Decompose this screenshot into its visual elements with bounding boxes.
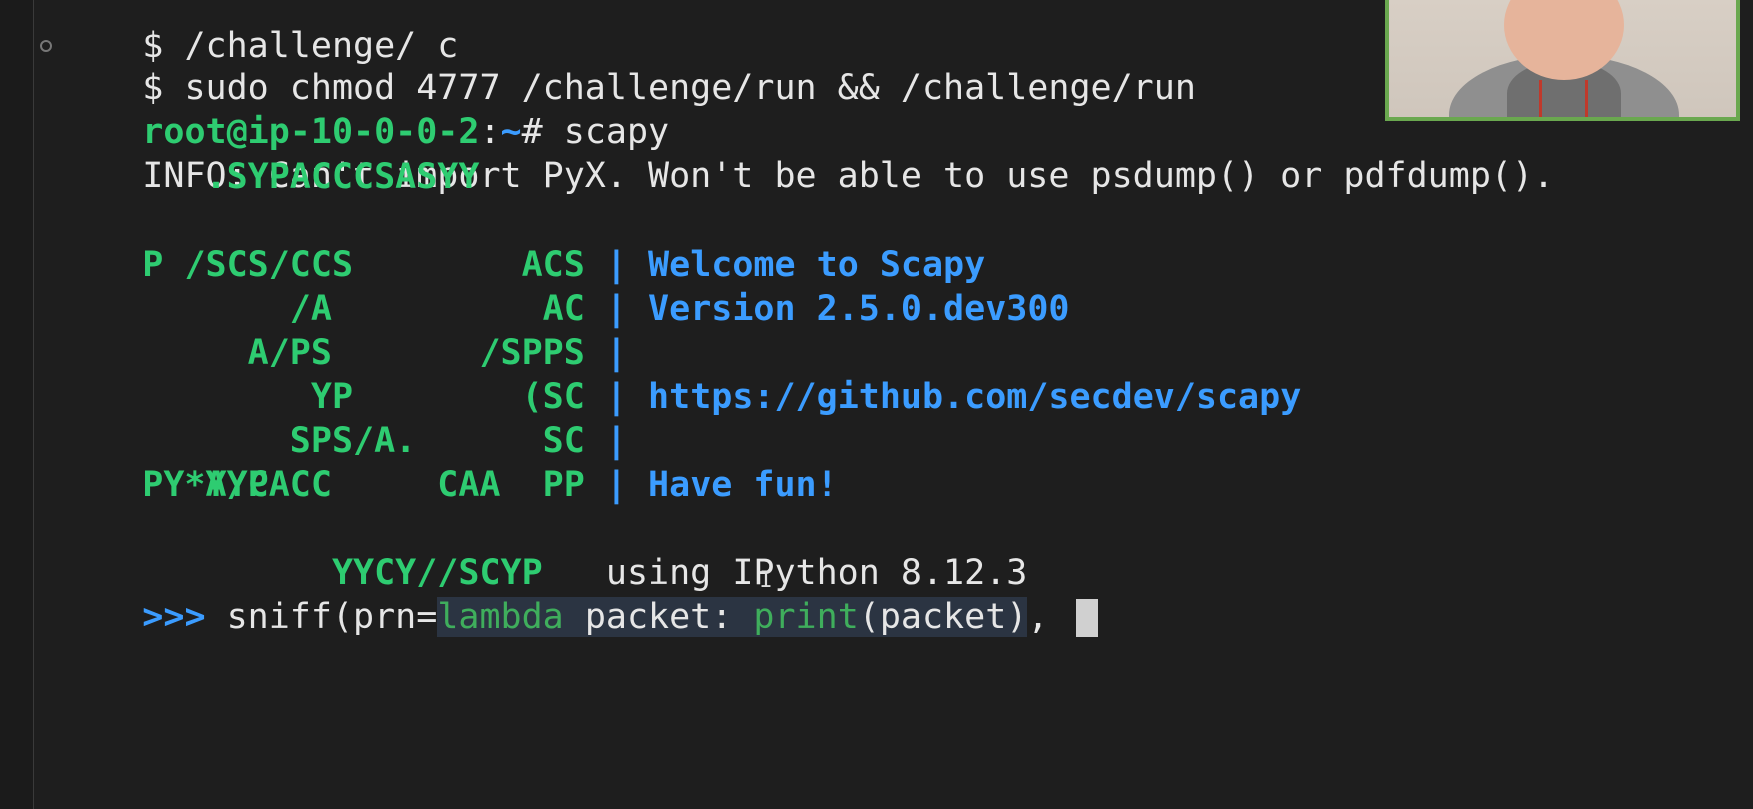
text-cursor: [1075, 599, 1098, 637]
repl-input-line[interactable]: >>> sniff(prn=lambda packet: print(packe…: [58, 551, 1098, 637]
banner-row-1: P /SCS/CCS ACS | Welcome to Scapy: [58, 199, 985, 285]
ibeam-cursor-icon: I: [759, 568, 773, 593]
banner-row-4: YP (SC | https://github.com/secdev/scapy: [58, 331, 1301, 417]
banner-row-3: A/PS /SPPS |: [58, 287, 627, 373]
info-line: INFO: Can't import PyX. Won't be able to…: [58, 110, 1554, 196]
banner-row-2: /A AC | Version 2.5.0.dev300: [58, 243, 1070, 329]
webcam-overlay: [1385, 0, 1740, 121]
banner-row-5: SPS/A. SC |: [58, 375, 627, 461]
repl-code-start: sniff(prn=: [205, 597, 438, 637]
hoodie-string-left: [1539, 80, 1542, 117]
banner-separator: |: [584, 465, 627, 505]
repl-prompt: >>>: [142, 597, 206, 637]
banner-github-link[interactable]: https://github.com/secdev/scapy: [648, 377, 1301, 417]
repl-code-end: ,: [1027, 597, 1070, 637]
terminal-line-command: $ sudo chmod 4777 /challenge/run && /cha…: [58, 22, 1196, 108]
banner-have-fun: Have fun!: [648, 465, 838, 505]
banner-version: Version 2.5.0.dev300: [648, 289, 1070, 329]
banner-row-6: Y/PACC PP | Have fun!: [58, 419, 838, 505]
keyword-lambda: lambda: [437, 597, 564, 637]
selected-code: lambda packet: print(packet): [437, 597, 1028, 637]
terminal-window[interactable]: $ /challenge/ c $ sudo chmod 4777 /chall…: [0, 0, 1753, 809]
repl-code-mid1: packet:: [563, 597, 754, 637]
shell-prompt-line: root@ip-10-0-0-2:~# scapy: [58, 66, 669, 152]
terminal-line-history: $ /challenge/ c: [58, 0, 458, 66]
keyword-print: print: [753, 597, 859, 637]
logo-line-7: PY*AYC CAA: [58, 465, 501, 505]
logo-line-0: .SYPACCCSASYY: [58, 157, 480, 197]
line-marker-dot: [40, 40, 52, 52]
repl-code-mid2: (packet): [858, 597, 1028, 637]
ipython-row: YYCY//SCYP using IPython 8.12.3: [58, 507, 1027, 593]
hoodie-string-right: [1585, 80, 1588, 117]
